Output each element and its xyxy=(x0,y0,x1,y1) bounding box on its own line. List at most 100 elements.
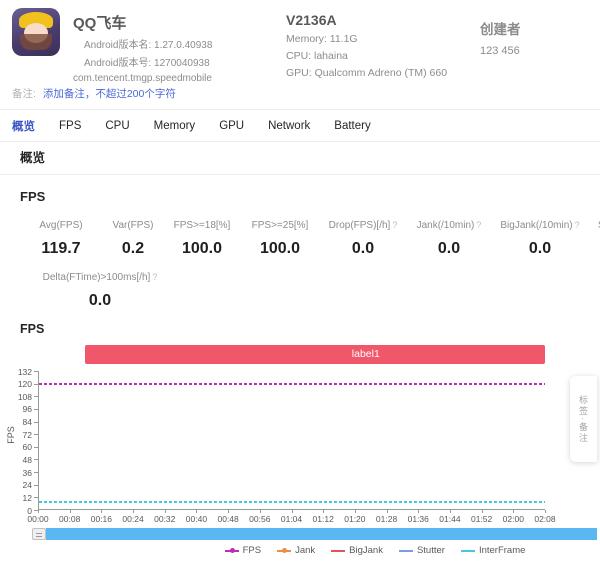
tab-memory[interactable]: Memory xyxy=(154,120,196,132)
device-gpu: GPU: Qualcomm Adreno (TM) 660 xyxy=(286,67,447,79)
legend-label: FPS xyxy=(243,545,261,556)
annotation-band[interactable]: label1 xyxy=(85,345,545,364)
y-tick-label: 96 xyxy=(6,404,32,414)
fps-chart: label1 FPS 标签·备注 FPSJankBigJankStutterIn… xyxy=(0,338,600,563)
plot-area[interactable] xyxy=(38,371,545,510)
x-tick-label: 00:48 xyxy=(213,514,243,524)
y-tick-mark xyxy=(34,459,38,460)
stat-label: Avg(FPS) xyxy=(39,220,82,231)
chart-side-panel-toggle[interactable]: 标签·备注 xyxy=(570,376,597,462)
app-icon-hair xyxy=(20,34,52,50)
legend-marker xyxy=(225,550,239,552)
stat-label: Jank(/10min) xyxy=(417,220,475,231)
stat-value: 0.0 xyxy=(492,240,588,258)
x-tick-mark xyxy=(133,510,134,513)
help-icon[interactable]: ? xyxy=(476,220,481,230)
stat-column: FPS>=25[%]100.0 xyxy=(240,220,320,258)
x-tick-mark xyxy=(70,510,71,513)
legend-label: InterFrame xyxy=(479,545,525,556)
x-tick-label: 01:44 xyxy=(435,514,465,524)
x-tick-label: 00:00 xyxy=(23,514,53,524)
legend-marker xyxy=(277,550,291,552)
note-row: 备注: 添加备注，不超过200个字符 xyxy=(0,84,600,110)
delta-ftime-value: 0.0 xyxy=(30,292,170,310)
app-name: QQ飞车 xyxy=(73,12,212,33)
fps-chart-title: FPS xyxy=(0,310,600,336)
tab-battery[interactable]: Battery xyxy=(334,120,370,132)
add-note-link[interactable]: 添加备注，不超过200个字符 xyxy=(43,88,176,100)
x-tick-label: 01:20 xyxy=(340,514,370,524)
legend-marker xyxy=(399,550,413,552)
x-tick-mark xyxy=(355,510,356,513)
note-label: 备注: xyxy=(12,88,36,100)
stat-label: BigJank(/10min) xyxy=(500,220,572,231)
stat-column: Var(FPS)0.2 xyxy=(102,220,164,258)
legend-item-bigjank[interactable]: BigJank xyxy=(331,545,383,556)
series-line-fps xyxy=(39,383,545,385)
stat-column: Jank(/10min)? 0.0 xyxy=(406,220,492,258)
stat-label: Var(FPS) xyxy=(113,220,154,231)
stat-column: Stutter[%]0.0 xyxy=(588,220,600,258)
fps-extra-stat: Delta(FTime)>100ms[/h]? 0.0 xyxy=(30,272,170,310)
x-tick-mark xyxy=(260,510,261,513)
y-tick-mark xyxy=(34,396,38,397)
y-tick-label: 36 xyxy=(6,468,32,478)
x-tick-mark xyxy=(450,510,451,513)
x-tick-label: 01:28 xyxy=(372,514,402,524)
tab-概览[interactable]: 概览 xyxy=(12,118,35,134)
x-tick-mark xyxy=(418,510,419,513)
legend-item-jank[interactable]: Jank xyxy=(277,545,315,556)
time-range-scrollbar xyxy=(32,528,597,540)
stat-value: 119.7 xyxy=(20,240,102,258)
report-header: QQ飞车 Android版本名: 1.27.0.40938 Android版本号… xyxy=(0,0,600,84)
legend-item-stutter[interactable]: Stutter xyxy=(399,545,445,556)
tab-fps[interactable]: FPS xyxy=(59,120,81,132)
x-tick-label: 00:08 xyxy=(55,514,85,524)
x-tick-label: 00:40 xyxy=(181,514,211,524)
stat-value: 0.0 xyxy=(588,240,600,258)
y-tick-mark xyxy=(34,497,38,498)
tab-network[interactable]: Network xyxy=(268,120,310,132)
y-tick-mark xyxy=(34,422,38,423)
annotation-band-label: label1 xyxy=(352,348,380,360)
scrollbar-track[interactable] xyxy=(46,528,597,540)
x-tick-mark xyxy=(387,510,388,513)
x-tick-mark xyxy=(228,510,229,513)
x-tick-mark xyxy=(38,510,39,513)
stat-value: 0.0 xyxy=(406,240,492,258)
device-model: V2136A xyxy=(286,12,447,28)
series-line-interframe xyxy=(39,501,545,503)
stat-value: 100.0 xyxy=(240,240,320,258)
y-tick-mark xyxy=(34,447,38,448)
x-tick-label: 02:00 xyxy=(498,514,528,524)
y-tick-label: 24 xyxy=(6,480,32,490)
y-tick-mark xyxy=(34,384,38,385)
x-tick-label: 00:56 xyxy=(245,514,275,524)
legend-item-fps[interactable]: FPS xyxy=(225,545,261,556)
y-tick-label: 48 xyxy=(6,455,32,465)
device-memory: Memory: 11.1G xyxy=(286,33,447,45)
help-icon[interactable]: ? xyxy=(392,220,397,230)
stat-column: BigJank(/10min)? 0.0 xyxy=(492,220,588,258)
y-tick-label: 60 xyxy=(6,442,32,452)
fps-section-title: FPS xyxy=(0,175,600,204)
x-tick-label: 00:24 xyxy=(118,514,148,524)
tab-cpu[interactable]: CPU xyxy=(105,120,129,132)
scrollbar-left-handle[interactable] xyxy=(32,528,46,540)
help-icon[interactable]: ? xyxy=(575,220,580,230)
legend-label: Jank xyxy=(295,545,315,556)
legend-item-interframe[interactable]: InterFrame xyxy=(461,545,525,556)
tab-gpu[interactable]: GPU xyxy=(219,120,244,132)
overview-section-title: 概览 xyxy=(0,142,600,175)
y-tick-label: 84 xyxy=(6,417,32,427)
x-tick-label: 01:04 xyxy=(277,514,307,524)
fps-stats-row: Avg(FPS)119.7Var(FPS)0.2FPS>=18[%]100.0F… xyxy=(20,220,600,258)
y-tick-mark xyxy=(34,371,38,372)
y-tick-label: 12 xyxy=(6,493,32,503)
x-tick-label: 01:36 xyxy=(403,514,433,524)
legend-marker xyxy=(461,550,475,552)
tab-bar: 概览 FPS CPU Memory GPU Network Battery xyxy=(0,110,600,142)
help-icon[interactable]: ? xyxy=(152,272,157,282)
legend-marker xyxy=(331,550,345,552)
x-tick-mark xyxy=(545,510,546,513)
